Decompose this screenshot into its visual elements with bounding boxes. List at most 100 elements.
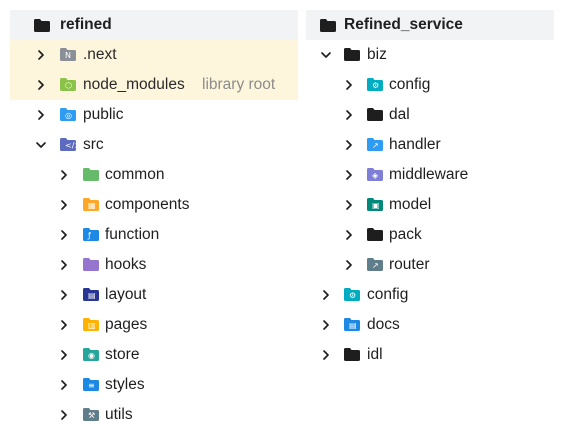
chevron-right-icon[interactable] xyxy=(57,228,71,242)
chevron-right-icon[interactable] xyxy=(342,78,356,92)
tree-node-folder-hooks[interactable]: hooks xyxy=(10,250,298,280)
tree-node-folder-utils[interactable]: ⚒ utils xyxy=(10,400,298,430)
folder-badge-icon: ◎ xyxy=(65,111,72,120)
folder-badge-icon: ƒ xyxy=(88,231,91,240)
tree-root-label: refined xyxy=(60,16,112,33)
tree-node-label: pack xyxy=(389,226,422,243)
folder-pages-icon: ▥ xyxy=(83,318,99,331)
folder-model-icon: ▣ xyxy=(367,198,383,211)
chevron-right-icon[interactable] xyxy=(57,288,71,302)
tree-node-folder-idl[interactable]: idl xyxy=(306,340,554,370)
chevron-right-icon[interactable] xyxy=(57,318,71,332)
folder-layout-icon: ▤ xyxy=(83,288,99,301)
tree-node-folder-layout[interactable]: ▤ layout xyxy=(10,280,298,310)
folder-dal-icon xyxy=(367,108,383,121)
tree-node-hint: library root xyxy=(202,76,276,93)
tree-root-label: Refined_service xyxy=(344,16,463,33)
tree-node-label: middleware xyxy=(389,166,469,183)
chevron-right-icon[interactable] xyxy=(57,168,71,182)
tree-node-label: components xyxy=(105,196,190,213)
tree-node-label: .next xyxy=(83,46,117,63)
chevron-down-icon[interactable] xyxy=(319,48,333,62)
chevron-right-icon[interactable] xyxy=(342,168,356,182)
folder-icon xyxy=(34,18,50,32)
folder-function-icon: ƒ xyxy=(83,228,99,241)
chevron-right-icon[interactable] xyxy=(57,408,71,422)
tree-node-folder-src[interactable]: </> src xyxy=(10,130,298,160)
chevron-right-icon[interactable] xyxy=(342,258,356,272)
tree-node-label: common xyxy=(105,166,165,183)
chevron-right-icon[interactable] xyxy=(342,138,356,152)
chevron-right-icon[interactable] xyxy=(57,378,71,392)
chevron-right-icon[interactable] xyxy=(342,228,356,242)
tree-node-label: model xyxy=(389,196,432,213)
tree-node-folder-config[interactable]: ⚙ config xyxy=(306,70,554,100)
chevron-right-icon[interactable] xyxy=(57,258,71,272)
tree-node-label: docs xyxy=(367,316,400,333)
tree-node-label: pages xyxy=(105,316,148,333)
tree-node-folder-next[interactable]: N .next xyxy=(10,40,298,70)
tree-node-folder-router[interactable]: ↗ router xyxy=(306,250,554,280)
tree-node-folder-public[interactable]: ◎ public xyxy=(10,100,298,130)
folder-badge-icon: ↗ xyxy=(372,261,379,270)
folder-badge-icon: ⚒ xyxy=(88,411,96,420)
chevron-right-icon[interactable] xyxy=(319,348,333,362)
tree-node-label: function xyxy=(105,226,160,243)
folder-docs-icon: ▤ xyxy=(344,318,360,331)
folder-node-modules-icon: ⬡ xyxy=(60,78,76,91)
folder-src-icon: </> xyxy=(60,138,81,151)
folder-handler-icon: ↗ xyxy=(367,138,383,151)
folder-pack-icon xyxy=(367,228,383,241)
chevron-right-icon[interactable] xyxy=(319,288,333,302)
chevron-right-icon[interactable] xyxy=(342,198,356,212)
tree-node-folder-biz[interactable]: biz xyxy=(306,40,554,70)
chevron-right-icon[interactable] xyxy=(342,108,356,122)
tree-node-folder-function[interactable]: ƒ function xyxy=(10,220,298,250)
tree-node-folder-pages[interactable]: ▥ pages xyxy=(10,310,298,340)
tree-node-folder-handler[interactable]: ↗ handler xyxy=(306,130,554,160)
tree-node-folder-styles[interactable]: ≡ styles xyxy=(10,370,298,400)
tree-node-folder-components[interactable]: ▦ components xyxy=(10,190,298,220)
tree-node-label: config xyxy=(367,286,409,303)
folder-hooks-icon xyxy=(83,258,99,271)
tree-node-folder-common[interactable]: common xyxy=(10,160,298,190)
folder-badge-icon: ◉ xyxy=(88,351,95,360)
chevron-right-icon[interactable] xyxy=(319,318,333,332)
folder-idl-icon xyxy=(344,348,360,361)
tree-node-folder-middleware[interactable]: ◈ middleware xyxy=(306,160,554,190)
tree-node-folder-dal[interactable]: dal xyxy=(306,100,554,130)
tree-node-label: store xyxy=(105,346,140,363)
folder-config-icon: ⚙ xyxy=(344,288,360,301)
tree-node-label: handler xyxy=(389,136,441,153)
tree-node-label: src xyxy=(83,136,104,153)
tree-node-label: dal xyxy=(389,106,410,123)
folder-badge-icon: ▤ xyxy=(349,321,357,330)
tree-node-label: idl xyxy=(367,346,383,363)
tree-node-label: hooks xyxy=(105,256,147,273)
chevron-right-icon[interactable] xyxy=(57,348,71,362)
chevron-right-icon[interactable] xyxy=(34,108,48,122)
project-tree-refined: refined N .next ⬡ node_modules library root ◎… xyxy=(10,10,298,430)
folder-badge-icon: ⚙ xyxy=(349,291,357,300)
folder-next-icon: N xyxy=(60,48,76,61)
folder-icon xyxy=(320,18,336,32)
tree-node-folder-store[interactable]: ◉ store xyxy=(10,340,298,370)
folder-badge-icon: ▥ xyxy=(88,321,96,330)
tree-node-label: styles xyxy=(105,376,145,393)
chevron-right-icon[interactable] xyxy=(34,78,48,92)
folder-common-icon xyxy=(83,168,99,181)
tree-node-folder-pack[interactable]: pack xyxy=(306,220,554,250)
chevron-right-icon[interactable] xyxy=(34,48,48,62)
chevron-down-icon[interactable] xyxy=(34,138,48,152)
tree-node-folder-docs[interactable]: ▤ docs xyxy=(306,310,554,340)
folder-store-icon: ◉ xyxy=(83,348,99,361)
tree-root-refined[interactable]: refined xyxy=(10,10,298,40)
chevron-right-icon[interactable] xyxy=(57,198,71,212)
tree-node-folder-model[interactable]: ▣ model xyxy=(306,190,554,220)
tree-root-refined-service[interactable]: Refined_service xyxy=(306,10,554,40)
tree-node-folder-node-modules[interactable]: ⬡ node_modules library root xyxy=(10,70,298,100)
folder-components-icon: ▦ xyxy=(83,198,99,211)
folder-styles-icon: ≡ xyxy=(83,378,99,391)
folder-badge-icon: ▣ xyxy=(372,201,380,210)
tree-node-folder-config-root[interactable]: ⚙ config xyxy=(306,280,554,310)
